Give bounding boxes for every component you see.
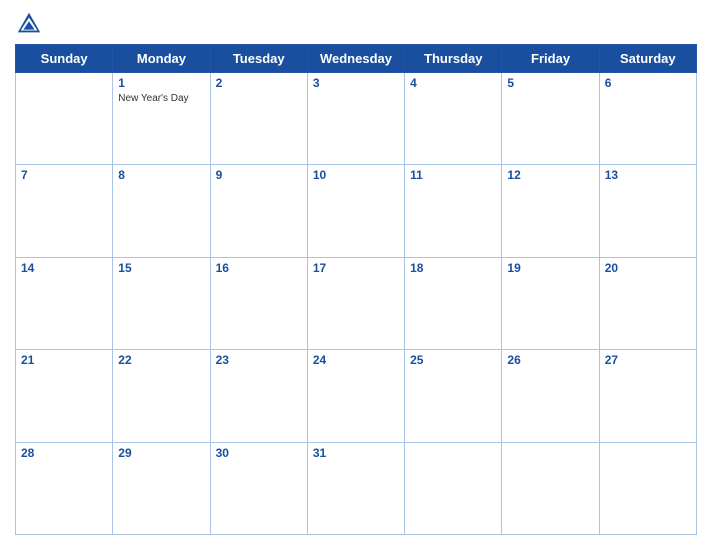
calendar-week-row: 14 15 16 17 18 19 20	[16, 257, 697, 349]
weekday-header-monday: Monday	[113, 45, 210, 73]
calendar-cell: 1 New Year's Day	[113, 73, 210, 165]
day-number: 24	[313, 353, 399, 367]
calendar-week-row: 1 New Year's Day 23456	[16, 73, 697, 165]
calendar-cell	[405, 442, 502, 534]
weekday-header-tuesday: Tuesday	[210, 45, 307, 73]
day-number: 4	[410, 76, 496, 90]
calendar-cell: 26	[502, 350, 599, 442]
day-number: 23	[216, 353, 302, 367]
day-number: 11	[410, 168, 496, 182]
calendar-cell: 4	[405, 73, 502, 165]
calendar-cell: 24	[307, 350, 404, 442]
weekday-header-thursday: Thursday	[405, 45, 502, 73]
day-number: 18	[410, 261, 496, 275]
day-number: 21	[21, 353, 107, 367]
weekday-header-row: SundayMondayTuesdayWednesdayThursdayFrid…	[16, 45, 697, 73]
calendar-cell: 12	[502, 165, 599, 257]
day-number: 10	[313, 168, 399, 182]
weekday-header-wednesday: Wednesday	[307, 45, 404, 73]
calendar-week-row: 21 22 23 24 25 26 27	[16, 350, 697, 442]
calendar-week-row: 28 29 30 31	[16, 442, 697, 534]
calendar-cell: 28	[16, 442, 113, 534]
day-number: 31	[313, 446, 399, 460]
day-number: 16	[216, 261, 302, 275]
calendar-cell: 9	[210, 165, 307, 257]
calendar-cell: 25	[405, 350, 502, 442]
day-number: 12	[507, 168, 593, 182]
calendar-cell: 18	[405, 257, 502, 349]
day-number: 8	[118, 168, 204, 182]
day-number: 30	[216, 446, 302, 460]
day-number: 26	[507, 353, 593, 367]
day-number: 22	[118, 353, 204, 367]
day-number: 17	[313, 261, 399, 275]
calendar-cell: 11	[405, 165, 502, 257]
day-number: 9	[216, 168, 302, 182]
day-number: 29	[118, 446, 204, 460]
calendar-week-row: 789 10 11 12 13	[16, 165, 697, 257]
calendar-cell: 14	[16, 257, 113, 349]
day-number: 14	[21, 261, 107, 275]
calendar-cell: 6	[599, 73, 696, 165]
calendar-cell: 2	[210, 73, 307, 165]
calendar-cell: 27	[599, 350, 696, 442]
calendar-cell: 7	[16, 165, 113, 257]
day-number: 25	[410, 353, 496, 367]
day-number: 6	[605, 76, 691, 90]
day-number: 2	[216, 76, 302, 90]
weekday-header-friday: Friday	[502, 45, 599, 73]
calendar-cell: 23	[210, 350, 307, 442]
day-number: 27	[605, 353, 691, 367]
day-number: 7	[21, 168, 107, 182]
calendar-cell: 31	[307, 442, 404, 534]
holiday-label: New Year's Day	[118, 92, 204, 105]
day-number: 3	[313, 76, 399, 90]
logo-icon	[15, 10, 43, 38]
weekday-header-saturday: Saturday	[599, 45, 696, 73]
calendar-cell: 3	[307, 73, 404, 165]
calendar-cell	[16, 73, 113, 165]
calendar-cell: 30	[210, 442, 307, 534]
calendar-cell	[502, 442, 599, 534]
calendar-cell: 10	[307, 165, 404, 257]
calendar-cell: 20	[599, 257, 696, 349]
day-number: 15	[118, 261, 204, 275]
day-number: 20	[605, 261, 691, 275]
calendar-cell: 19	[502, 257, 599, 349]
day-number: 1	[118, 76, 204, 90]
calendar-cell: 29	[113, 442, 210, 534]
calendar-cell: 22	[113, 350, 210, 442]
calendar-cell: 8	[113, 165, 210, 257]
calendar-cell: 17	[307, 257, 404, 349]
calendar-cell: 21	[16, 350, 113, 442]
calendar-cell: 16	[210, 257, 307, 349]
calendar-cell: 15	[113, 257, 210, 349]
calendar-cell: 5	[502, 73, 599, 165]
day-number: 28	[21, 446, 107, 460]
day-number: 19	[507, 261, 593, 275]
calendar-table: SundayMondayTuesdayWednesdayThursdayFrid…	[15, 44, 697, 535]
logo	[15, 10, 47, 38]
weekday-header-sunday: Sunday	[16, 45, 113, 73]
calendar-cell	[599, 442, 696, 534]
day-number: 13	[605, 168, 691, 182]
calendar-header	[15, 10, 697, 38]
day-number: 5	[507, 76, 593, 90]
calendar-cell: 13	[599, 165, 696, 257]
